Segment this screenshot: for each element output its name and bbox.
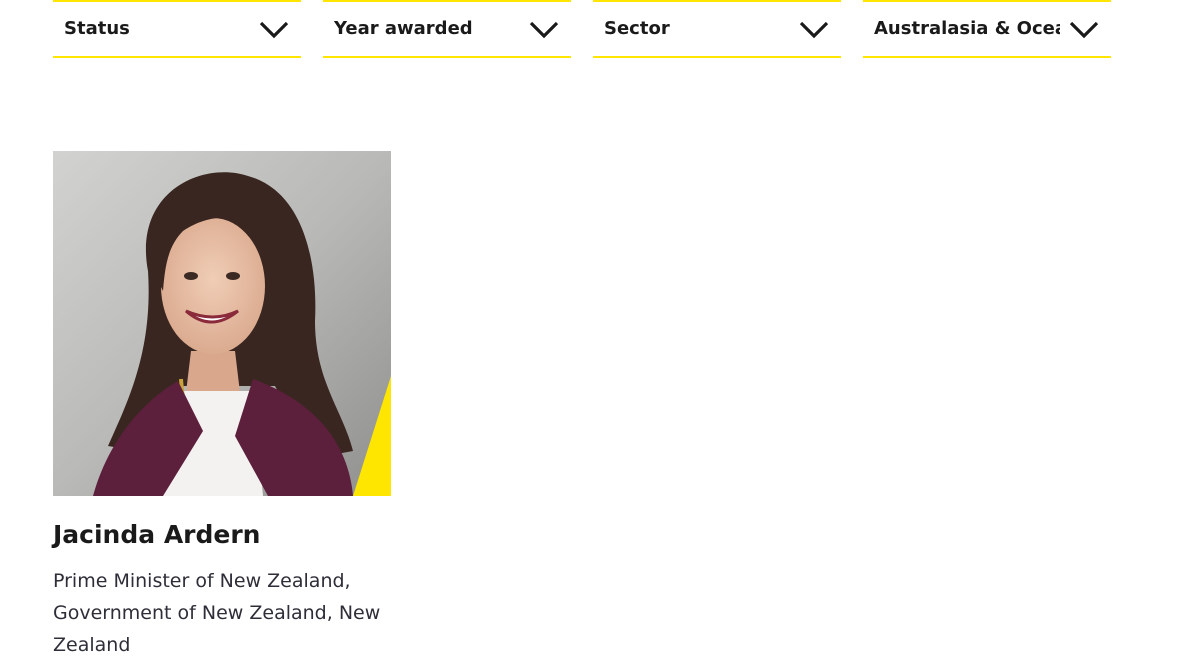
chevron-down-icon — [529, 21, 559, 39]
sector-filter-dropdown[interactable]: Sector — [593, 0, 841, 58]
status-filter-label: Status — [64, 18, 130, 39]
region-filter-label: Australasia & Oceania — [874, 18, 1060, 39]
profile-name[interactable]: Jacinda Ardern — [53, 520, 391, 549]
year-awarded-filter-dropdown[interactable]: Year awarded — [323, 0, 571, 58]
region-filter-dropdown[interactable]: Australasia & Oceania — [863, 0, 1111, 58]
portrait-illustration — [53, 151, 391, 496]
chevron-down-icon — [1069, 21, 1099, 39]
chevron-down-icon — [799, 21, 829, 39]
year-awarded-filter-label: Year awarded — [334, 18, 473, 39]
status-filter-dropdown[interactable]: Status — [53, 0, 301, 58]
page: Status Year awarded Sector Australasia &… — [0, 0, 1200, 667]
sector-filter-label: Sector — [604, 18, 670, 39]
filter-bar: Status Year awarded Sector Australasia &… — [53, 0, 1111, 58]
chevron-down-icon — [259, 21, 289, 39]
profile-photo[interactable] — [53, 151, 391, 496]
profile-card[interactable]: Jacinda Ardern Prime Minister of New Zea… — [53, 151, 391, 661]
profile-role: Prime Minister of New Zealand, Governmen… — [53, 570, 381, 656]
